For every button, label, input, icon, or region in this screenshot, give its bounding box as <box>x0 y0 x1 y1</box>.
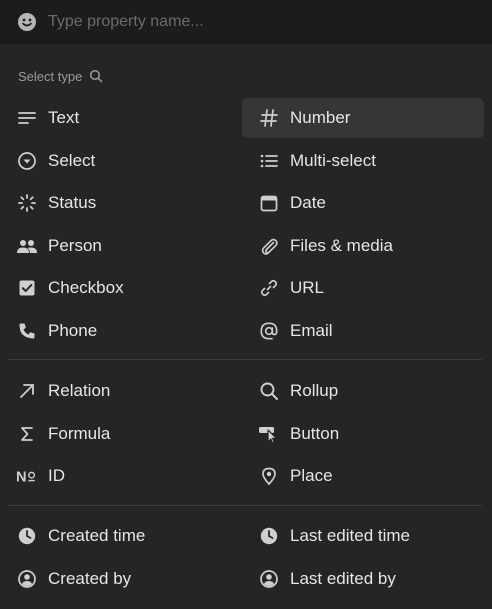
type-option-label: Created time <box>48 526 146 545</box>
type-option-label: Phone <box>48 320 98 340</box>
type-option-label: Text <box>48 108 80 127</box>
search-icon <box>90 69 103 83</box>
arrow-up-right-icon <box>16 380 38 402</box>
list-icon <box>258 150 280 172</box>
type-option-label: Formula <box>48 423 111 443</box>
text-lines-icon <box>16 107 38 129</box>
clock-icon <box>258 525 280 547</box>
type-option-created-by[interactable]: Created by <box>8 559 242 599</box>
type-option-label: Last edited by <box>290 568 396 588</box>
search-bar <box>0 0 492 44</box>
user-circle-icon <box>258 568 280 590</box>
at-icon <box>258 320 280 342</box>
type-option-label: Multi-select <box>290 150 376 170</box>
status-spinner-icon <box>16 192 38 214</box>
type-option-person[interactable]: Person <box>8 226 242 266</box>
type-option-checkbox[interactable]: Checkbox <box>8 268 242 308</box>
smiley-icon[interactable] <box>16 11 38 33</box>
type-option-text[interactable]: Text <box>8 98 242 138</box>
hash-icon <box>258 107 280 129</box>
type-option-label: Date <box>290 193 326 213</box>
type-option-label: Person <box>48 235 102 255</box>
select-circle-icon <box>16 150 38 172</box>
select-type-label: Select type <box>18 68 83 84</box>
type-option-id[interactable]: N ID <box>8 456 242 496</box>
property-name-input[interactable] <box>46 12 492 32</box>
type-option-label: Email <box>290 320 333 340</box>
type-option-label: Checkbox <box>48 278 124 298</box>
type-option-last-edited-time[interactable]: Last edited time <box>242 516 484 556</box>
magnifier-icon <box>258 380 280 402</box>
type-option-label: Files & media <box>290 235 393 255</box>
type-option-select[interactable]: Select <box>8 141 242 181</box>
type-option-files-media[interactable]: Files & media <box>242 226 484 266</box>
meta-types-grid: Created time Last edited time Created by La… <box>8 516 484 601</box>
select-type-header: Select type <box>18 63 103 89</box>
type-option-phone[interactable]: Phone <box>8 311 242 351</box>
type-option-label: Rollup <box>290 381 339 400</box>
numero-icon: N <box>16 465 38 487</box>
type-option-label: Status <box>48 193 97 213</box>
type-option-relation[interactable]: Relation <box>8 371 242 411</box>
checkbox-icon <box>16 277 38 299</box>
paperclip-icon <box>258 235 280 257</box>
type-option-label: Last edited time <box>290 526 411 545</box>
type-option-url[interactable]: URL <box>242 268 484 308</box>
type-option-label: Number <box>290 108 351 127</box>
type-option-status[interactable]: Status <box>8 183 242 223</box>
type-option-created-time[interactable]: Created time <box>8 516 242 556</box>
people-icon <box>16 235 38 257</box>
type-option-formula[interactable]: Formula <box>8 414 242 454</box>
type-option-label: Created by <box>48 568 132 588</box>
type-option-number[interactable]: Number <box>242 98 484 138</box>
type-option-last-edited-by[interactable]: Last edited by <box>242 559 484 599</box>
basic-types-grid: Text Number Select Multi-select Status Date Pe… <box>8 98 484 354</box>
type-option-label: Button <box>290 423 340 443</box>
divider <box>8 359 482 360</box>
type-option-email[interactable]: Email <box>242 311 484 351</box>
type-option-multi-select[interactable]: Multi-select <box>242 141 484 181</box>
sigma-icon <box>16 423 38 445</box>
type-option-button[interactable]: Button <box>242 414 484 454</box>
link-icon <box>258 277 280 299</box>
type-option-label: URL <box>290 278 325 298</box>
divider <box>8 505 482 506</box>
type-option-label: Relation <box>48 381 111 400</box>
phone-icon <box>16 320 38 342</box>
cursor-click-icon <box>258 423 280 445</box>
user-circle-icon <box>16 568 38 590</box>
clock-icon <box>16 525 38 547</box>
type-option-label: Place <box>290 466 333 486</box>
advanced-types-grid: Relation Rollup Formula Button N ID Place <box>8 371 484 499</box>
calendar-icon <box>258 192 280 214</box>
map-pin-icon <box>258 465 280 487</box>
type-option-date[interactable]: Date <box>242 183 484 223</box>
type-option-label: ID <box>48 466 65 486</box>
type-option-place[interactable]: Place <box>242 456 484 496</box>
svg-text:N: N <box>16 470 27 486</box>
type-option-label: Select <box>48 150 96 170</box>
type-option-rollup[interactable]: Rollup <box>242 371 484 411</box>
